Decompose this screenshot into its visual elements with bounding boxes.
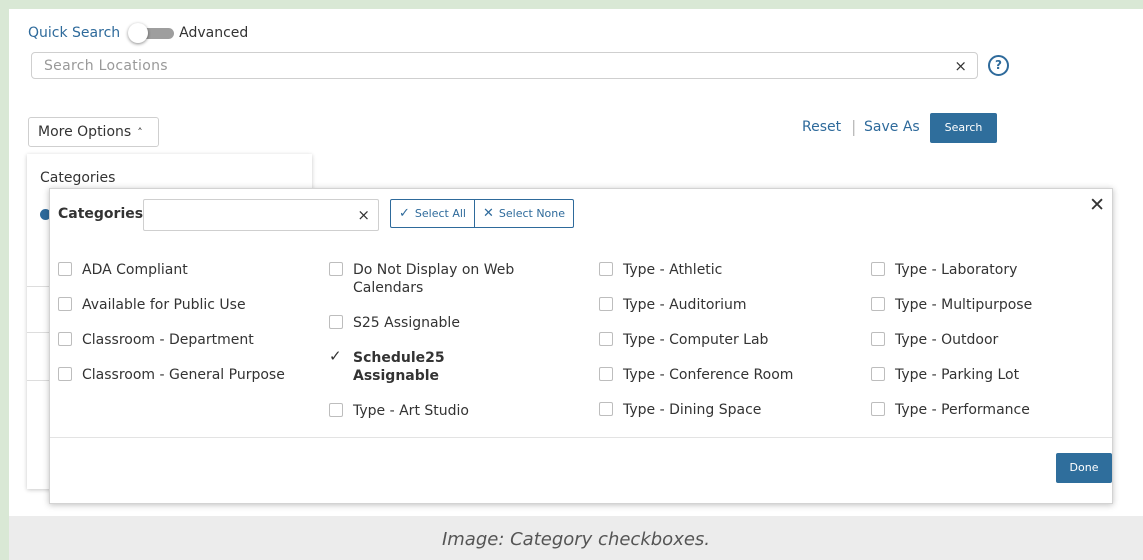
- location-search-panel: Quick Search Advanced Search Locations ×…: [9, 9, 1143, 516]
- checkbox-icon[interactable]: [599, 367, 613, 381]
- help-icon[interactable]: ?: [988, 55, 1009, 76]
- categories-modal: Categories × ✓ Select All ✕ Select None ✕ …: [49, 188, 1113, 504]
- category-checkbox[interactable]: Type - Athletic: [599, 261, 839, 279]
- checkbox-column: ADA Compliant Available for Public Use Cla…: [58, 261, 298, 401]
- category-label: Type - Art Studio: [353, 403, 469, 419]
- category-checkbox[interactable]: S25 Assignable: [329, 314, 529, 332]
- category-label: Type - Outdoor: [895, 332, 999, 348]
- toggle-knob: [128, 23, 149, 43]
- checkbox-icon[interactable]: [329, 403, 343, 417]
- category-label: Type - Auditorium: [623, 297, 747, 313]
- checkbox-icon[interactable]: [599, 402, 613, 416]
- done-button[interactable]: Done: [1056, 453, 1112, 483]
- category-checkbox[interactable]: Type - Dining Space: [599, 401, 839, 419]
- link-divider: |: [851, 117, 857, 136]
- checkbox-icon[interactable]: [871, 332, 885, 346]
- checkbox-icon[interactable]: [871, 297, 885, 311]
- category-label: Type - Multipurpose: [895, 297, 1033, 313]
- checkbox-icon[interactable]: [329, 262, 343, 276]
- category-checkbox[interactable]: Type - Computer Lab: [599, 331, 839, 349]
- category-label: Type - Dining Space: [623, 402, 762, 418]
- clear-search-icon[interactable]: ×: [954, 57, 967, 75]
- category-label: Type - Computer Lab: [623, 332, 769, 348]
- figure-frame: Quick Search Advanced Search Locations ×…: [9, 9, 1143, 560]
- more-options-label: More Options: [38, 124, 132, 140]
- category-checkbox[interactable]: Type - Conference Room: [599, 366, 839, 384]
- checkbox-icon[interactable]: [599, 297, 613, 311]
- checkbox-checked-icon[interactable]: [329, 347, 343, 365]
- category-label: S25 Assignable: [353, 315, 460, 331]
- category-checkbox[interactable]: ADA Compliant: [58, 261, 298, 279]
- category-label: Classroom - General Purpose: [82, 367, 285, 383]
- checkbox-icon[interactable]: [871, 367, 885, 381]
- category-label: ADA Compliant: [82, 262, 188, 278]
- category-checkbox[interactable]: Type - Performance: [871, 401, 1111, 419]
- checkbox-column: Type - Athletic Type - Auditorium Type - C…: [599, 261, 839, 436]
- category-checkbox[interactable]: Type - Multipurpose: [871, 296, 1111, 314]
- category-label: Type - Performance: [895, 402, 1030, 418]
- image-caption: Image: Category checkboxes.: [441, 529, 711, 550]
- checkbox-icon[interactable]: [58, 297, 72, 311]
- category-checkbox[interactable]: Do Not Display on Web Calendars: [329, 261, 529, 297]
- checkbox-icon[interactable]: [599, 332, 613, 346]
- category-checkbox[interactable]: Type - Outdoor: [871, 331, 1111, 349]
- checkbox-icon[interactable]: [58, 262, 72, 276]
- category-label: Schedule25 Assignable: [353, 350, 445, 384]
- category-checkbox[interactable]: Type - Auditorium: [599, 296, 839, 314]
- category-checkbox[interactable]: Classroom - General Purpose: [58, 366, 298, 384]
- checkbox-column: Type - Laboratory Type - Multipurpose Type…: [871, 261, 1111, 436]
- modal-title: Categories: [58, 206, 144, 222]
- close-icon[interactable]: ✕: [1089, 194, 1105, 216]
- category-label: Classroom - Department: [82, 332, 254, 348]
- search-button[interactable]: Search: [930, 113, 997, 143]
- chevron-up-icon: ˄: [137, 126, 143, 139]
- checkbox-icon[interactable]: [871, 402, 885, 416]
- category-checkbox[interactable]: Schedule25 Assignable: [329, 347, 529, 385]
- checkbox-icon[interactable]: [58, 367, 72, 381]
- select-none-label: Select None: [498, 207, 566, 220]
- modal-footer-divider: [50, 437, 1112, 438]
- selection-button-group: ✓ Select All ✕ Select None: [390, 199, 575, 228]
- checkbox-column: Do Not Display on Web Calendars S25 Assig…: [329, 261, 529, 437]
- checkbox-icon[interactable]: [329, 315, 343, 329]
- search-placeholder: Search Locations: [44, 58, 168, 74]
- category-label: Available for Public Use: [82, 297, 246, 313]
- category-checkbox[interactable]: Available for Public Use: [58, 296, 298, 314]
- category-checkbox[interactable]: Classroom - Department: [58, 331, 298, 349]
- quick-search-link[interactable]: Quick Search: [28, 25, 120, 41]
- category-checkbox[interactable]: Type - Laboratory: [871, 261, 1111, 279]
- more-options-button[interactable]: More Options ˄: [28, 117, 159, 147]
- category-checkbox[interactable]: Type - Parking Lot: [871, 366, 1111, 384]
- select-all-button[interactable]: ✓ Select All: [391, 200, 474, 227]
- clear-filter-icon[interactable]: ×: [357, 206, 370, 224]
- search-locations-input[interactable]: Search Locations ×: [31, 52, 978, 79]
- checkbox-icon[interactable]: [871, 262, 885, 276]
- category-label: Type - Athletic: [623, 262, 723, 278]
- select-all-label: Select All: [414, 207, 466, 220]
- save-as-link[interactable]: Save As: [864, 119, 920, 135]
- advanced-label[interactable]: Advanced: [179, 25, 248, 41]
- reset-link[interactable]: Reset: [802, 119, 841, 135]
- search-mode-toggle[interactable]: [126, 23, 176, 43]
- category-label: Type - Parking Lot: [895, 367, 1020, 383]
- category-label: Type - Conference Room: [623, 367, 794, 383]
- category-filter-input[interactable]: ×: [143, 199, 379, 231]
- search-mode-row: Quick Search Advanced: [28, 23, 248, 43]
- x-icon: ✕: [482, 206, 494, 221]
- options-card-title: Categories: [40, 170, 116, 186]
- category-label: Type - Laboratory: [895, 262, 1018, 278]
- category-label: Do Not Display on Web Calendars: [353, 262, 515, 296]
- checkbox-icon[interactable]: [58, 332, 72, 346]
- select-none-button[interactable]: ✕ Select None: [473, 200, 573, 227]
- category-checkbox[interactable]: Type - Art Studio: [329, 402, 529, 420]
- checkbox-icon[interactable]: [599, 262, 613, 276]
- check-icon: ✓: [399, 206, 410, 221]
